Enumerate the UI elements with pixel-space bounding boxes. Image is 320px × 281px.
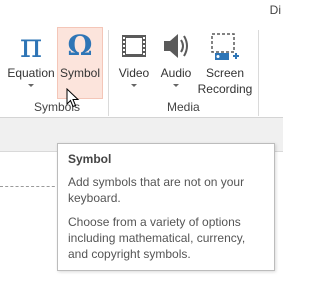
ribbon-tab-partial[interactable]: Di [270,3,281,17]
ribbon-tab-strip: Di [0,0,283,22]
symbol-tooltip: Symbol Add symbols that are not on your … [57,143,275,271]
slide-placeholder-edge [0,186,60,187]
equation-label: Equation [7,66,55,80]
audio-button[interactable]: Audio [156,28,196,98]
video-label: Video [118,66,150,80]
video-button[interactable]: Video [114,28,154,98]
media-group-label: Media [167,100,200,114]
chevron-down-icon[interactable] [173,84,179,87]
tooltip-title: Symbol [68,152,112,166]
screen-recording-label: Screen Recording [196,65,254,97]
equation-button[interactable]: π Equation [5,28,57,98]
audio-label: Audio [160,66,192,80]
screen-recording-icon [211,33,239,60]
ribbon: Di π Equation Ω Symbol Video Audio Scree… [0,0,283,118]
omega-icon: Ω [67,29,93,62]
mouse-pointer-icon [66,88,80,108]
equation-pi-icon: π [19,26,43,66]
tooltip-paragraph: Add symbols that are not on your keyboar… [68,175,245,205]
chevron-down-icon[interactable] [28,84,34,87]
speaker-icon [164,34,188,58]
symbol-button[interactable]: Ω Symbol [57,27,103,99]
screen-recording-label-line1: Screen [205,66,245,80]
symbol-label: Symbol [59,66,100,80]
group-separator [108,30,109,116]
chevron-down-icon[interactable] [131,84,137,87]
group-separator [258,30,259,116]
screen-recording-label-line2: Recording [197,82,253,96]
tooltip-paragraph: Choose from a variety of options includi… [68,215,246,261]
film-strip-icon [122,35,146,57]
screen-recording-button[interactable]: Screen Recording [196,28,254,98]
